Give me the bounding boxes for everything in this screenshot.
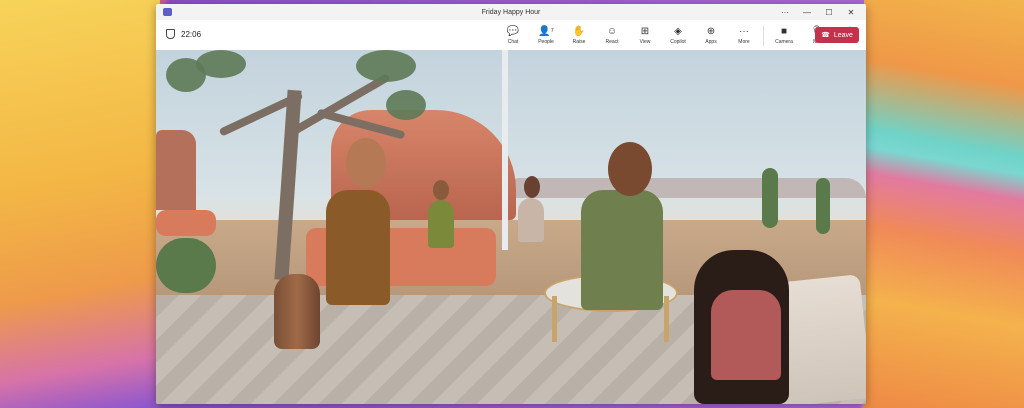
people-button[interactable]: 👤 7 People	[532, 22, 560, 46]
wallpaper-left	[0, 0, 160, 408]
raise-hand-icon: ✋	[572, 25, 586, 37]
tree-foliage	[386, 90, 426, 120]
raise-label: Raise	[572, 39, 586, 45]
shield-icon	[166, 29, 175, 39]
copilot-label: Copilot	[670, 39, 686, 45]
window-controls: ··· — ☐ ✕	[774, 4, 862, 20]
apps-button[interactable]: ⊕ Apps	[697, 22, 725, 46]
avatar-woman-green[interactable]	[428, 200, 454, 248]
leave-button[interactable]: ☎ Leave	[815, 27, 859, 43]
more-label: More	[738, 39, 750, 45]
toolbar-divider	[763, 26, 764, 46]
close-button[interactable]: ✕	[840, 4, 862, 20]
teams-app-icon	[163, 8, 172, 16]
view-label: View	[639, 39, 651, 45]
view-button[interactable]: ⊞ View	[631, 22, 659, 46]
meeting-timer: 22:06	[166, 29, 201, 39]
people-glyph: 👤	[538, 25, 551, 37]
chat-button[interactable]: 💬 Chat	[499, 22, 527, 46]
avatar-top	[711, 290, 781, 380]
react-button[interactable]: ☺ React	[598, 22, 626, 46]
raise-hand-button[interactable]: ✋ Raise	[565, 22, 593, 46]
people-count: 7	[550, 28, 554, 34]
avatar-head	[433, 180, 449, 200]
copilot-icon: ◈	[674, 25, 682, 37]
scene-cactus	[762, 168, 778, 228]
react-icon: ☺	[606, 25, 618, 37]
tree-foliage	[356, 50, 416, 82]
react-label: React	[605, 39, 619, 45]
toolbar-buttons: 💬 Chat 👤 7 People ✋ Raise ☺ React ⊞ View ◈ Copi…	[499, 22, 866, 46]
avatar-head	[524, 176, 540, 198]
leave-label: Leave	[833, 31, 853, 39]
wallpaper-right	[864, 0, 1024, 408]
scene-agave	[156, 238, 216, 293]
phone-hangup-icon: ☎	[821, 32, 830, 39]
camera-label: Camera	[775, 39, 793, 45]
meeting-toolbar: 22:06 💬 Chat 👤 7 People ✋ Raise ☺ React ⊞ View…	[156, 20, 866, 51]
scene-cactus	[816, 178, 830, 234]
avatar-woman-standing[interactable]	[518, 198, 544, 242]
scene-distant-mountains	[506, 178, 866, 198]
camera-button[interactable]: ■ Camera	[770, 22, 798, 46]
avatar-bald-man-cardigan[interactable]	[581, 190, 663, 310]
minimize-button[interactable]: —	[796, 4, 818, 20]
people-label: People	[538, 39, 554, 45]
chat-label: Chat	[507, 39, 519, 45]
window-title: Friday Happy Hour	[481, 8, 541, 16]
avatar-head	[608, 142, 652, 196]
more-options-icon[interactable]: ···	[774, 4, 796, 20]
more-button[interactable]: ··· More	[730, 22, 758, 46]
view-icon: ⊞	[640, 25, 650, 37]
timer-text: 22:06	[181, 29, 202, 39]
people-icon: 👤 7	[538, 25, 554, 37]
chat-icon: 💬	[506, 25, 520, 37]
scene-sofa-left	[156, 210, 216, 236]
maximize-button[interactable]: ☐	[818, 4, 840, 20]
apps-label: Apps	[705, 39, 717, 45]
avatar-man-mustard-jacket[interactable]	[326, 190, 390, 305]
camera-icon: ■	[780, 25, 788, 37]
copilot-button[interactable]: ◈ Copilot	[664, 22, 692, 46]
scene-rock-left	[156, 130, 196, 210]
tree-foliage	[196, 50, 246, 78]
more-icon: ···	[739, 25, 749, 37]
window-frame	[502, 50, 508, 250]
teams-meeting-window: Friday Happy Hour ··· — ☐ ✕ 22:06 💬 Chat …	[156, 4, 866, 404]
title-bar: Friday Happy Hour ··· — ☐ ✕	[156, 4, 866, 20]
table-leg	[552, 296, 557, 342]
avatar-head	[346, 138, 386, 188]
table-leg	[664, 296, 669, 342]
apps-icon: ⊕	[706, 25, 716, 37]
immersive-space-view[interactable]	[156, 50, 866, 404]
scene-wooden-stool	[274, 274, 320, 349]
